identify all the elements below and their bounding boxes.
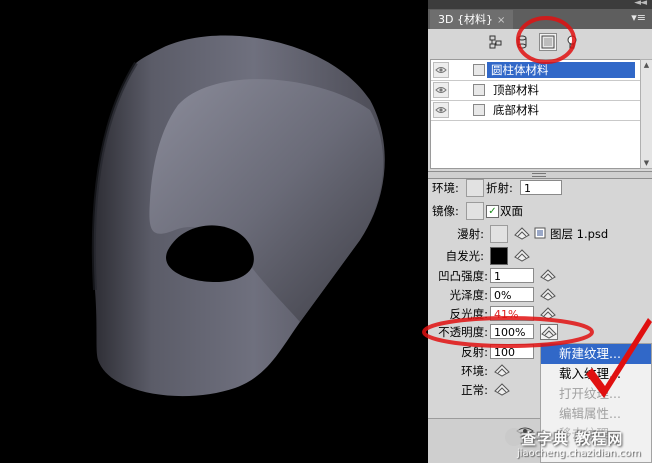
panel-menu-icon[interactable]: ▾≡ [631, 11, 646, 24]
collapse-icon[interactable]: ◄◄ [634, 0, 647, 8]
3d-viewport[interactable] [0, 0, 428, 463]
bump-label: 凹凸强度: [438, 269, 488, 283]
material-label: 顶部材料 [493, 83, 539, 97]
eye-icon[interactable] [433, 82, 449, 98]
list-item[interactable]: 顶部材料 [431, 80, 640, 101]
close-icon[interactable]: × [497, 15, 505, 26]
tab-3d-materials[interactable]: 3D {材料} × [430, 10, 514, 29]
diffuse-texture-name: 图层 1.psd [550, 227, 609, 241]
panel-tab-bar: 3D {材料} × ▾≡ [428, 9, 652, 29]
refraction-label: 折射: [486, 181, 513, 195]
materials-list: 圆柱体材料 顶部材料 底部材料 [430, 59, 641, 169]
gloss-input[interactable]: 0% [490, 287, 534, 302]
panel-top-strip: ◄◄ [428, 0, 652, 9]
eye-icon[interactable] [433, 62, 449, 78]
mesh-filter-icon[interactable] [514, 34, 530, 50]
normal-label: 正常: [461, 383, 488, 397]
reflection-input[interactable]: 100 [490, 344, 534, 359]
double-sided-label: 双面 [500, 204, 523, 218]
material-icon [473, 84, 485, 96]
texture-menu-icon[interactable] [494, 363, 510, 377]
self-illumination-label: 自发光: [445, 249, 484, 263]
watermark: 查字典 教程网 jiaocheng.chazidian.com [505, 428, 652, 463]
texture-menu-icon[interactable] [540, 306, 556, 320]
texture-file-icon [534, 227, 546, 239]
filter-toolbar [428, 29, 652, 56]
menu-item-edit-properties: 编辑属性... [559, 406, 621, 421]
cylinder-render [91, 35, 385, 397]
mirror-color-swatch[interactable] [466, 202, 484, 220]
watermark-title: 查字典 教程网 [521, 430, 624, 448]
ambient-color-swatch[interactable] [466, 179, 484, 197]
opacity-input[interactable]: 100% [490, 324, 534, 339]
scroll-down-icon[interactable]: ▼ [641, 158, 652, 168]
tab-label: 3D {材料} [438, 13, 493, 26]
light-filter-icon[interactable] [564, 34, 580, 50]
watermark-url: jiaocheng.chazidian.com [517, 448, 641, 459]
list-item[interactable]: 底部材料 [431, 100, 640, 121]
double-sided-checkbox[interactable]: ✓ [486, 205, 499, 218]
self-illumination-swatch[interactable] [490, 247, 508, 265]
mirror-label: 镜像: [432, 204, 459, 218]
material-icon [473, 104, 485, 116]
gloss-label: 光泽度: [449, 288, 488, 302]
texture-menu-icon[interactable] [540, 324, 558, 340]
bump-input[interactable]: 1 [490, 268, 534, 283]
texture-menu-icon[interactable] [514, 248, 530, 262]
opacity-label: 不透明度: [438, 325, 488, 339]
texture-menu-icon[interactable] [494, 382, 510, 396]
grip-icon [532, 173, 546, 177]
diffuse-label: 漫射: [457, 227, 484, 241]
material-label: 圆柱体材料 [487, 62, 635, 78]
refraction-input[interactable]: 1 [520, 180, 562, 195]
shine-label: 反光度: [449, 307, 488, 321]
diffuse-color-swatch[interactable] [490, 225, 508, 243]
menu-item-new-texture[interactable]: 新建纹理... [541, 344, 651, 364]
texture-menu-icon[interactable] [540, 287, 556, 301]
material-label: 底部材料 [493, 103, 539, 117]
panel-splitter[interactable] [428, 171, 652, 179]
material-icon [473, 64, 485, 76]
shine-input[interactable]: 41% [490, 306, 534, 321]
environment-label: 环境: [461, 364, 488, 378]
reflection-label: 反射: [461, 345, 488, 359]
eye-icon[interactable] [433, 102, 449, 118]
texture-menu-icon[interactable] [514, 226, 530, 240]
menu-item-open-texture: 打开纹理... [559, 386, 621, 401]
scroll-up-icon[interactable]: ▲ [641, 60, 652, 70]
texture-menu-icon[interactable] [540, 268, 556, 282]
ambient-label: 环境: [432, 181, 459, 195]
menu-item-load-texture[interactable]: 载入纹理... [541, 364, 651, 384]
list-item[interactable]: 圆柱体材料 [431, 60, 640, 81]
scene-filter-icon[interactable] [488, 34, 504, 50]
list-scrollbar[interactable]: ▲ ▼ [640, 59, 652, 169]
material-filter-icon[interactable] [539, 33, 557, 51]
